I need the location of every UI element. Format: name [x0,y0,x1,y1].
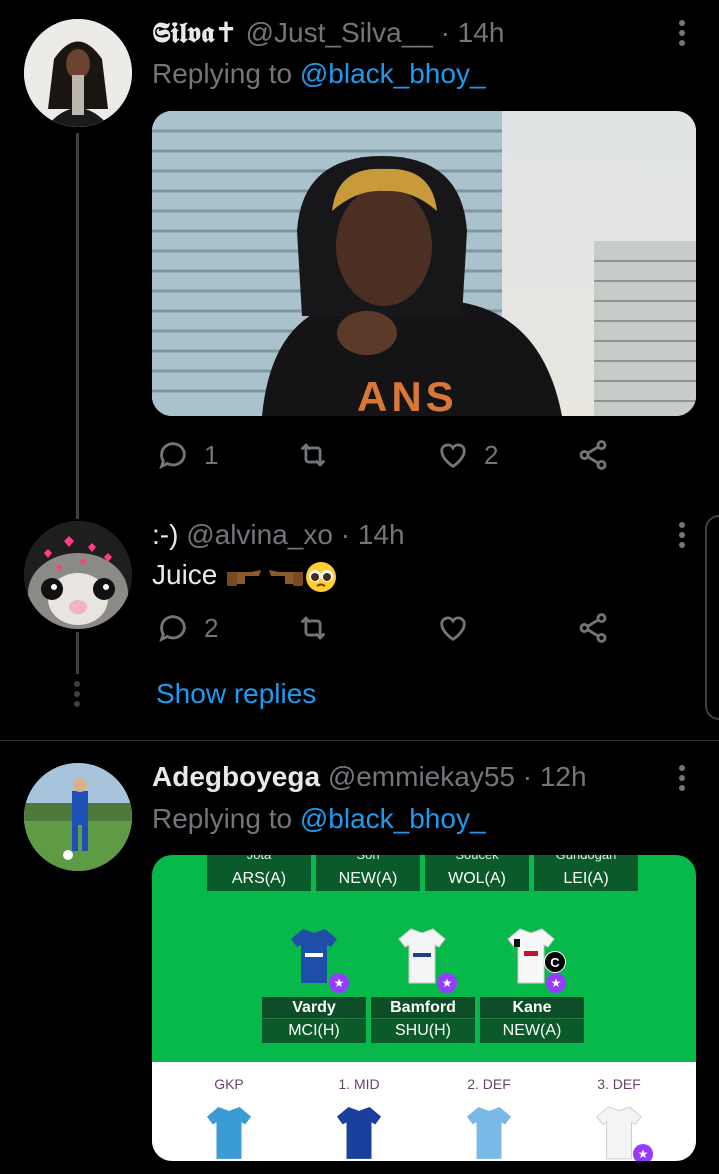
star-badge-icon: ★ [329,973,349,993]
reply-count: 1 [204,439,219,470]
tweet-actions: 2 [152,611,622,651]
scroll-edge-handle[interactable] [705,515,719,720]
player-name: Gundogan [534,855,638,867]
star-badge-icon: ★ [437,973,457,993]
bench-label: 1. MID [338,1076,380,1092]
handle[interactable]: @alvina_xo [186,519,333,550]
pleading-face-emoji-icon [306,561,337,592]
heart-icon [440,616,466,642]
player-chip-bamford: Bamford SHU(H) [371,997,475,1043]
replying-to: Replying to @black_bhoy_ [152,803,486,835]
like-count: 2 [484,439,499,470]
goalkeeper-shirt-icon [206,1107,252,1159]
reply-icon [159,615,186,643]
player-fixture: LEI(A) [563,870,609,887]
player-name: Bamford [371,997,475,1019]
thread-line [76,632,79,674]
player-name: Kane [480,997,584,1019]
reply-button[interactable]: 1 [156,438,218,472]
player-name: Jota [207,855,311,867]
replying-to-prefix: Replying to [152,58,300,89]
pointing-right-emoji-icon [227,569,262,586]
retweet-icon [300,443,326,467]
bench-label: GKP [214,1076,244,1092]
player-fixture: WOL(A) [448,870,506,887]
replying-to: Replying to @black_bhoy_ [152,58,486,90]
avatar-image [24,19,132,127]
like-button[interactable] [436,611,484,645]
tweet-media-photo[interactable]: ANS [152,111,696,416]
share-icon [579,613,607,643]
bench-area: GKP 1. MID 2. DEF 3. DEF ★ [152,1062,696,1161]
more-options-icon[interactable] [679,522,687,552]
avatar[interactable] [24,521,132,629]
player-name: Vardy [262,997,366,1019]
player-chip-top: Jota ARS(A) [207,855,311,891]
photo-image: ANS [152,111,696,416]
reply-icon [159,442,186,470]
show-replies-link[interactable]: Show replies [156,678,316,710]
player-chip-top: Son NEW(A) [316,855,420,891]
tweet-media-fpl-team[interactable]: Jota ARS(A) Son NEW(A) Soucek WOL(A) Gun… [152,855,696,1161]
captain-badge: C [544,951,566,973]
player-fixture: NEW(A) [480,1019,584,1043]
avatar[interactable] [24,19,132,127]
timestamp[interactable]: · 14h [441,17,505,48]
display-name[interactable]: 𝕾𝖎𝖑𝖛𝖆✝ [152,17,238,48]
player-fixture: SHU(H) [371,1019,475,1043]
share-icon [579,440,607,470]
handle[interactable]: @emmiekay55 [328,761,515,792]
player-name: Soucek [425,855,529,867]
reply-button[interactable]: 2 [156,611,218,645]
tweet-header: 𝕾𝖎𝖑𝖛𝖆✝ @Just_Silva__ · 14h [152,16,504,50]
timestamp[interactable]: · 12h [523,761,587,792]
replying-to-link[interactable]: @black_bhoy_ [300,803,486,834]
svg-text:ANS: ANS [357,373,458,416]
chelsea-shirt-icon [336,1107,382,1159]
tweet-actions: 1 2 [152,438,622,478]
replying-to-link[interactable]: @black_bhoy_ [300,58,486,89]
retweet-button[interactable] [296,611,344,645]
reply-count: 2 [204,612,219,643]
player-fixture: ARS(A) [231,870,287,887]
handle[interactable]: @Just_Silva__ [246,17,433,48]
player-fixture: NEW(A) [338,870,398,887]
avatar[interactable] [24,763,132,871]
more-options-icon[interactable] [679,765,687,795]
star-badge-icon: ★ [633,1144,653,1161]
thread-line [76,133,79,519]
man-city-shirt-icon [466,1107,512,1159]
player-name: Son [316,855,420,867]
heart-icon [440,443,466,469]
share-button[interactable] [576,611,610,645]
replying-to-prefix: Replying to [152,803,300,834]
pointing-left-emoji-icon [269,569,304,586]
player-chip-vardy: Vardy MCI(H) [262,997,366,1043]
avatar-image [24,763,132,871]
player-chip-top: Soucek WOL(A) [425,855,529,891]
display-name[interactable]: :-) [152,519,178,550]
more-options-icon[interactable] [679,20,687,50]
avatar-image [24,521,132,629]
tweet-text: Juice [152,559,337,593]
player-chip-kane: Kane NEW(A) [480,997,584,1043]
tweet-header: Adegboyega @emmiekay55 · 12h [152,761,587,793]
display-name[interactable]: Adegboyega [152,761,320,792]
star-badge-icon: ★ [546,973,566,993]
player-fixture: MCI(H) [262,1019,366,1043]
retweet-button[interactable] [296,438,344,472]
more-replies-dots [74,681,80,711]
tweet-silva[interactable]: 𝕾𝖎𝖑𝖛𝖆✝ @Just_Silva__ · 14h Replying to @… [0,0,719,519]
tweet-text-body: Juice [152,559,218,590]
bench-label: 2. DEF [467,1076,511,1092]
retweet-icon [300,616,326,640]
tweet-alvina[interactable]: :-) @alvina_xo · 14h Juice 2 Show replie… [0,500,719,740]
bench-label: 3. DEF [597,1076,641,1092]
player-chip-top: Gundogan LEI(A) [534,855,638,891]
share-button[interactable] [576,438,610,472]
timestamp[interactable]: · 14h [341,519,405,550]
tweet-header: :-) @alvina_xo · 14h [152,519,405,551]
like-button[interactable]: 2 [436,438,498,472]
